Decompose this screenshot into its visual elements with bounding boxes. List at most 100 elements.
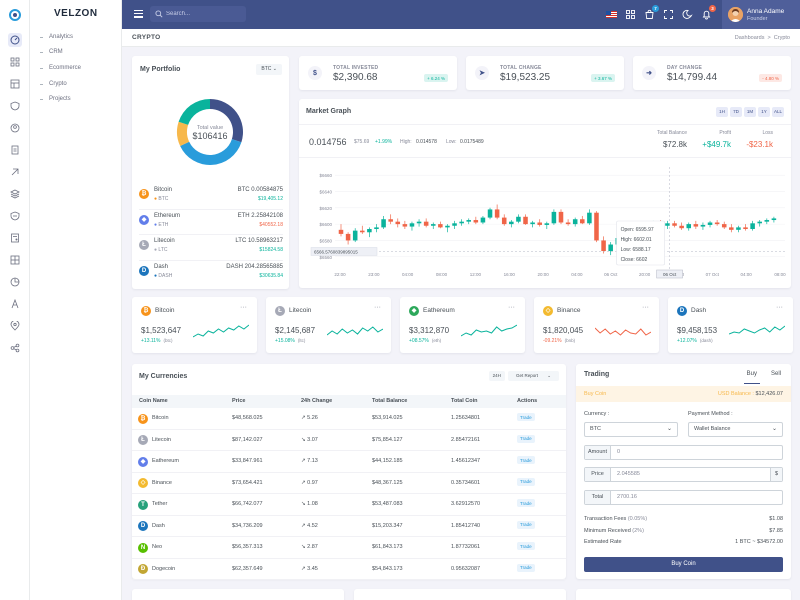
candle[interactable] (494, 209, 500, 218)
trade-button[interactable]: Trade (517, 542, 535, 550)
portfolio-currency-select[interactable]: BTC ⌄ (256, 64, 282, 75)
candle[interactable] (750, 223, 755, 230)
candle[interactable] (452, 223, 457, 226)
candle[interactable] (594, 212, 599, 241)
candle[interactable] (686, 224, 692, 229)
rail-icons-icon[interactable] (8, 297, 22, 311)
amount-field[interactable]: Amount 0 (584, 445, 783, 460)
nav-item-crm[interactable]: CRM (40, 49, 63, 55)
trade-button[interactable]: Trade (517, 477, 535, 486)
candle[interactable] (480, 217, 486, 223)
rail-layouts-icon[interactable] (8, 77, 22, 91)
buy-coin-button[interactable]: Buy Coin (584, 557, 783, 572)
candle[interactable] (558, 211, 564, 223)
rail-auth-icon[interactable] (8, 99, 22, 113)
candle[interactable] (608, 244, 613, 252)
tab-sell[interactable]: Sell (768, 370, 784, 384)
nav-item-crypto[interactable]: Crypto (40, 81, 67, 87)
trade-button[interactable]: Trade (517, 520, 535, 529)
candle[interactable] (565, 222, 571, 225)
candle[interactable] (423, 221, 429, 226)
candle[interactable] (700, 224, 706, 227)
notification-bell-icon[interactable]: 3 (701, 5, 716, 20)
candle[interactable] (360, 230, 365, 233)
trade-button[interactable]: Trade (517, 434, 535, 443)
rail-charts-icon[interactable] (8, 275, 22, 289)
rail-multilevel-icon[interactable] (8, 341, 22, 355)
candle[interactable] (338, 229, 344, 234)
candle[interactable] (530, 222, 535, 225)
range-1h-button[interactable]: 1H (716, 107, 728, 117)
total-field[interactable]: Total 2700.16 (584, 490, 783, 505)
candle[interactable] (580, 219, 585, 224)
rail-advance-icon[interactable] (8, 209, 22, 223)
candle[interactable] (736, 227, 741, 230)
candle[interactable] (764, 220, 770, 222)
donut-segment-dash[interactable] (178, 99, 210, 125)
nav-item-ecommerce[interactable]: Ecommerce (40, 65, 81, 71)
candle[interactable] (416, 221, 422, 224)
candle[interactable] (352, 230, 358, 241)
candle[interactable] (374, 227, 379, 230)
candle[interactable] (729, 227, 734, 230)
rail-pages-icon[interactable] (8, 143, 22, 157)
candle[interactable] (601, 240, 606, 252)
rail-maps-icon[interactable] (8, 319, 22, 333)
trade-button[interactable]: Trade (517, 563, 535, 572)
get-report-button[interactable]: Get Report ⌄ (507, 371, 559, 381)
rail-tables-icon[interactable] (8, 253, 22, 267)
candle[interactable] (438, 224, 443, 228)
more-options-icon[interactable]: ··· (374, 304, 381, 311)
payment-method-select[interactable]: Wallet Balance ⌄ (688, 422, 783, 437)
candle[interactable] (523, 216, 528, 225)
candle[interactable] (345, 233, 351, 241)
rail-dashboard-icon[interactable] (8, 33, 22, 47)
nav-item-analytics[interactable]: Analytics (40, 34, 73, 40)
candle[interactable] (430, 224, 436, 226)
candle[interactable] (665, 223, 670, 226)
candle[interactable] (572, 219, 578, 225)
candle[interactable] (409, 223, 415, 227)
candle[interactable] (693, 224, 699, 227)
24h-button[interactable]: 24H (488, 371, 505, 381)
candle[interactable] (587, 212, 592, 224)
candle[interactable] (672, 223, 677, 226)
candle[interactable] (395, 221, 401, 225)
candle[interactable] (537, 222, 542, 225)
hamburger-menu-icon[interactable] (134, 10, 143, 18)
dark-mode-moon-icon[interactable] (682, 9, 693, 20)
candle[interactable] (743, 227, 748, 230)
candle[interactable] (381, 219, 386, 228)
us-flag-icon[interactable] (606, 9, 617, 20)
breadcrumb-dashboards[interactable]: Dashboards (735, 35, 765, 41)
candle[interactable] (551, 211, 557, 224)
price-field[interactable]: Price 2.045585 $ (584, 467, 783, 482)
tab-buy[interactable]: Buy (743, 370, 760, 384)
candle[interactable] (487, 209, 493, 218)
candle[interactable] (771, 218, 777, 221)
rail-user-icon[interactable] (8, 121, 22, 135)
range-all-button[interactable]: ALL (772, 107, 784, 117)
rail-widgets-icon[interactable] (8, 231, 22, 245)
candle[interactable] (445, 225, 450, 228)
user-menu[interactable]: Anna Adame Founder (722, 0, 800, 29)
candle[interactable] (466, 220, 472, 222)
candle[interactable] (721, 224, 727, 228)
fullscreen-icon[interactable] (663, 9, 674, 20)
candle[interactable] (501, 217, 507, 225)
more-options-icon[interactable]: ··· (508, 304, 515, 311)
trade-button[interactable]: Trade (517, 499, 535, 507)
more-options-icon[interactable]: ··· (776, 304, 783, 311)
donut-segment-litecoin[interactable] (177, 121, 190, 147)
candle[interactable] (544, 223, 550, 225)
nav-item-projects[interactable]: Projects (40, 96, 71, 102)
rail-components-icon[interactable] (8, 187, 22, 201)
rail-landing-icon[interactable] (8, 165, 22, 179)
candle[interactable] (707, 222, 713, 225)
candle[interactable] (367, 229, 372, 233)
candle[interactable] (402, 224, 408, 227)
trade-button[interactable]: Trade (517, 413, 535, 421)
apps-grid-icon[interactable] (625, 9, 636, 20)
candle[interactable] (509, 221, 514, 225)
candle[interactable] (473, 220, 479, 223)
